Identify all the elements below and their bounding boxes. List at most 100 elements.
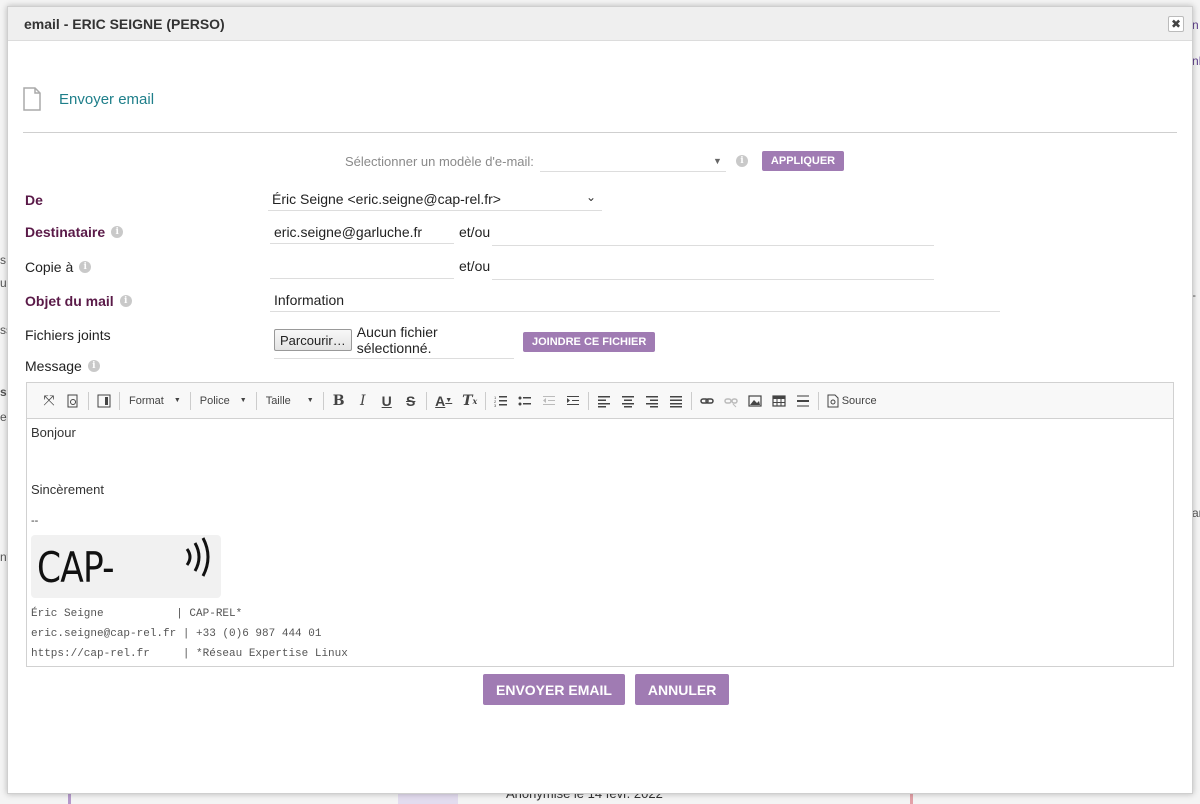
attachments-label: Fichiers joints — [25, 327, 111, 343]
closing-text: Sincèrement — [31, 482, 104, 497]
document-icon — [23, 87, 41, 111]
from-select-value: Éric Seigne <eric.seigne@cap-rel.fr> — [272, 190, 501, 207]
subject-label: Objet du mail i — [25, 293, 132, 309]
toolbar-separator — [255, 391, 257, 410]
align-left-icon[interactable] — [592, 389, 616, 413]
caret-down-icon: ▼ — [713, 156, 722, 166]
preview-icon[interactable] — [61, 389, 85, 413]
italic-icon[interactable]: I — [351, 389, 375, 413]
bullet-list-icon[interactable] — [513, 389, 537, 413]
toolbar-separator — [817, 391, 819, 410]
subject-input-value: Information — [274, 291, 345, 308]
bg-fragment: n — [1192, 18, 1199, 32]
unlink-icon[interactable] — [719, 389, 743, 413]
source-icon — [824, 389, 842, 413]
cc-extra-input[interactable] — [492, 256, 934, 280]
greeting-text: Bonjour — [31, 425, 76, 440]
image-icon[interactable] — [743, 389, 767, 413]
strikethrough-icon[interactable]: S — [399, 389, 423, 413]
subject-input[interactable]: Information — [270, 288, 1000, 312]
signature-line: Éric Seigne | CAP-REL* — [31, 608, 243, 620]
templates-icon[interactable] — [92, 389, 116, 413]
to-extra-input[interactable] — [492, 222, 934, 246]
signature-separator: -- — [31, 515, 39, 527]
justify-icon[interactable] — [664, 389, 688, 413]
caret-down-icon: ▼ — [306, 397, 314, 404]
apply-template-button[interactable]: Appliquer — [761, 151, 845, 171]
toolbar-separator — [587, 391, 589, 410]
browse-button[interactable]: Parcourir… — [274, 329, 352, 351]
signature-line: eric.seigne@cap-rel.fr | +33 (0)6 987 44… — [31, 628, 322, 640]
template-row: Sélectionner un modèle d'e-mail: ▼ i App… — [345, 150, 845, 172]
text-color-icon[interactable]: A ▼ — [430, 389, 458, 413]
info-icon[interactable]: i — [735, 155, 748, 167]
editor-toolbar: ⤧ Format ▼ Police ▼ Taille ▼ B I U S A ▼… — [27, 383, 1173, 419]
toolbar-separator — [189, 391, 191, 410]
align-right-icon[interactable] — [640, 389, 664, 413]
bg-fragment: s — [0, 385, 7, 399]
bg-fragment: ar — [1192, 506, 1200, 520]
remove-format-icon[interactable]: Tx — [458, 389, 482, 413]
close-icon: ✖ — [1170, 17, 1182, 31]
dialog-title: email - ERIC SEIGNE (PERSO) — [24, 16, 225, 32]
cc-and-or-label: et/ou — [459, 258, 491, 274]
underline-icon[interactable]: U — [375, 389, 399, 413]
info-icon[interactable]: i — [79, 261, 92, 273]
bg-fragment: nF — [1192, 54, 1200, 68]
logo-text: CAP-REL* — [37, 543, 117, 598]
to-and-or-label: et/ou — [459, 224, 491, 240]
outdent-icon[interactable] — [537, 389, 561, 413]
cc-input[interactable] — [270, 255, 454, 279]
divider — [23, 132, 1177, 133]
table-icon[interactable] — [767, 389, 791, 413]
message-label: Message i — [25, 358, 100, 374]
attach-file-button[interactable]: Joindre ce fichier — [523, 331, 656, 352]
dialog-header: email - ERIC SEIGNE (PERSO) ✖ — [8, 7, 1192, 41]
maximize-icon[interactable]: ⤧ — [37, 389, 61, 413]
file-input: Parcourir… Aucun fichier sélectionné. — [274, 324, 514, 359]
font-dropdown[interactable]: Police ▼ — [194, 395, 253, 407]
bg-fragment: u — [0, 276, 7, 290]
chevron-down-icon: ⌄ — [585, 190, 596, 204]
numbered-list-icon[interactable]: 123 — [489, 389, 513, 413]
cancel-button[interactable]: Annuler — [634, 674, 730, 705]
from-select[interactable]: Éric Seigne <eric.seigne@cap-rel.fr> ⌄ — [268, 187, 602, 211]
template-select[interactable]: ▼ — [539, 150, 726, 172]
info-icon[interactable]: i — [87, 360, 100, 372]
to-input-value: eric.seigne@garluche.fr — [274, 223, 423, 240]
toolbar-separator — [484, 391, 486, 410]
section-title: Envoyer email — [59, 90, 155, 108]
toolbar-separator — [119, 391, 120, 410]
indent-icon[interactable] — [561, 389, 585, 413]
to-input[interactable]: eric.seigne@garluche.fr — [270, 220, 454, 244]
toolbar-separator — [88, 391, 89, 410]
svg-text:3: 3 — [494, 403, 497, 408]
no-file-text: Aucun fichier sélectionné. — [356, 324, 438, 356]
send-email-button[interactable]: Envoyer email — [483, 674, 625, 705]
toolbar-separator — [425, 391, 427, 410]
close-button[interactable]: ✖ — [1168, 16, 1184, 32]
info-icon[interactable]: i — [111, 226, 124, 238]
message-editor: ⤧ Format ▼ Police ▼ Taille ▼ B I U S A ▼… — [26, 382, 1174, 667]
size-dropdown[interactable]: Taille ▼ — [260, 395, 320, 407]
from-label: De — [25, 192, 43, 208]
format-dropdown[interactable]: Format ▼ — [123, 395, 187, 407]
info-icon[interactable]: i — [119, 295, 132, 307]
email-dialog: email - ERIC SEIGNE (PERSO) ✖ Envoyer em… — [7, 6, 1193, 794]
signature-block: Éric Seigne | CAP-REL* eric.seigne@cap-re… — [31, 604, 1169, 664]
bold-icon[interactable]: B — [327, 389, 351, 413]
link-icon[interactable] — [695, 389, 719, 413]
template-label: Sélectionner un modèle d'e-mail: — [345, 153, 534, 169]
horizontal-rule-icon[interactable] — [791, 389, 815, 413]
source-button[interactable]: Source — [824, 389, 877, 413]
toolbar-separator — [322, 391, 324, 410]
editor-content[interactable]: Bonjour Sincèrement -- CAP-REL* Éric Sei… — [27, 419, 1173, 666]
attachments-row: Parcourir… Aucun fichier sélectionné. Jo… — [274, 324, 656, 359]
signature-line: https://cap-rel.fr | *Réseau Expertise L… — [31, 648, 348, 660]
align-center-icon[interactable] — [616, 389, 640, 413]
to-label: Destinataire i — [25, 224, 124, 240]
company-logo: CAP-REL* — [31, 535, 221, 598]
toolbar-separator — [690, 391, 692, 410]
cc-label: Copie à i — [25, 259, 92, 275]
bg-fragment: s — [0, 253, 6, 267]
